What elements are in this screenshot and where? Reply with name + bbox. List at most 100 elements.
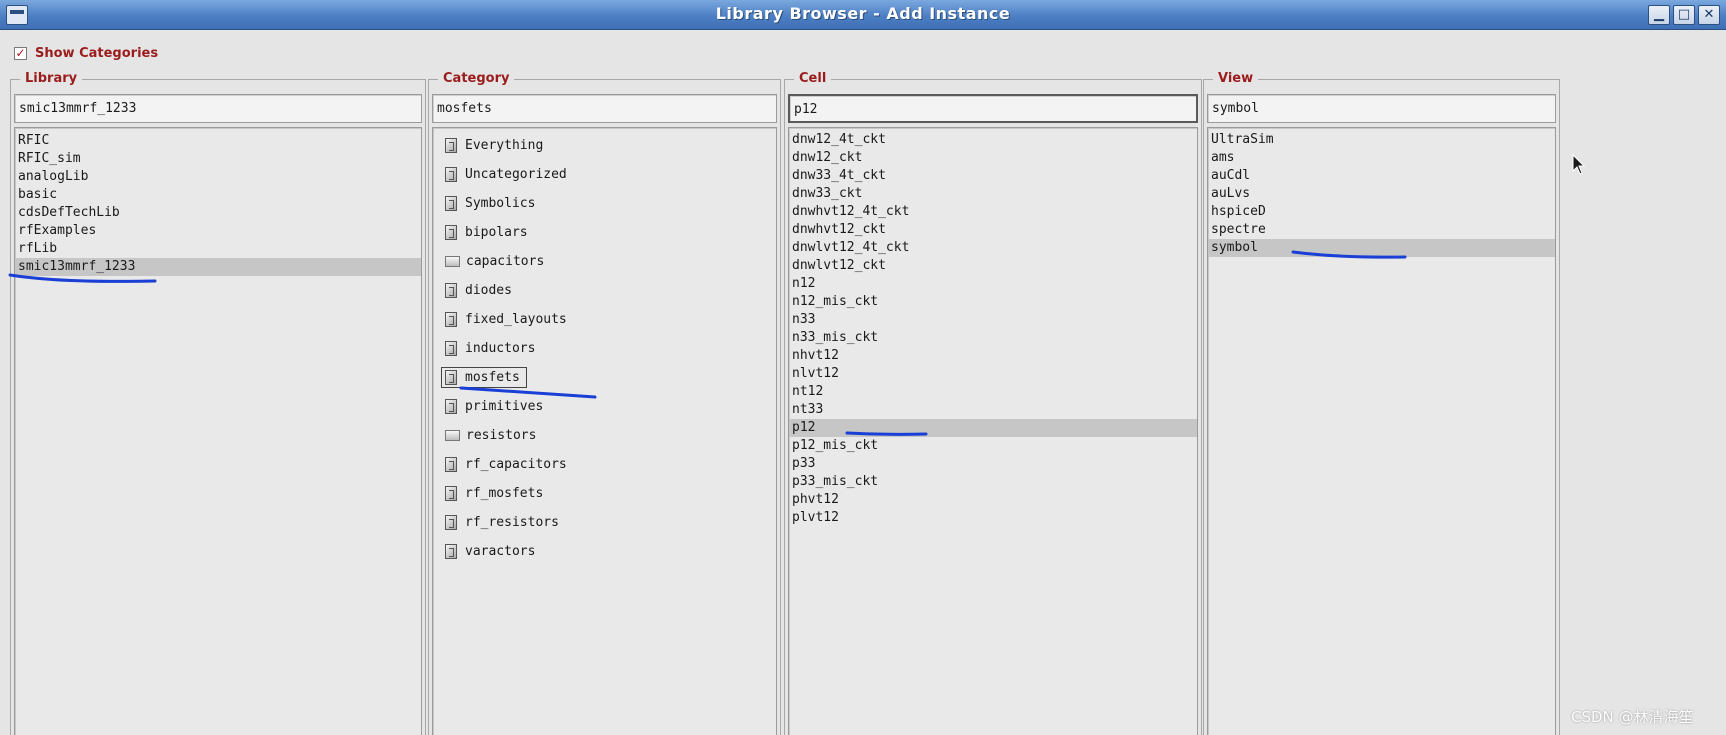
library-item[interactable]: smic13mmrf_1233 [15, 258, 421, 276]
category-item-label: primitives [465, 399, 544, 414]
show-categories-checkbox[interactable]: ✓ [14, 46, 27, 60]
category-item[interactable]: fixed_layouts [433, 305, 776, 334]
category-item-label: mosfets [465, 370, 520, 385]
category-item-label: rf_resistors [465, 515, 559, 530]
cell-item[interactable]: dnwhvt12_4t_ckt [789, 203, 1197, 221]
category-item-label: rf_capacitors [465, 457, 567, 472]
title-bar[interactable]: Library Browser - Add Instance ▁ □ ✕ [0, 0, 1726, 30]
view-item[interactable]: spectre [1208, 221, 1555, 239]
view-item[interactable]: ams [1208, 149, 1555, 167]
folder-icon [445, 256, 460, 267]
category-item-label: varactors [465, 544, 536, 559]
view-label: View [1213, 71, 1259, 87]
library-item[interactable]: RFIC [15, 132, 421, 150]
view-item[interactable]: auCdl [1208, 167, 1555, 185]
cell-item[interactable]: n33_mis_ckt [789, 329, 1197, 347]
cell-item[interactable]: n12_mis_ckt [789, 293, 1197, 311]
view-list[interactable]: UltraSim ams auCdl auLvs hspiceD spectre symbo… [1207, 127, 1556, 735]
library-item[interactable]: rfExamples [15, 222, 421, 240]
library-item[interactable]: cdsDefTechLib [15, 204, 421, 222]
category-item-label: bipolars [465, 225, 528, 240]
category-item[interactable]: resistors [433, 421, 776, 450]
mouse-cursor-icon [1572, 154, 1586, 175]
library-item[interactable]: analogLib [15, 168, 421, 186]
category-item[interactable]: rf_capacitors [433, 450, 776, 479]
view-item[interactable]: symbol [1208, 239, 1555, 257]
cell-item[interactable]: dnwlvt12_4t_ckt [789, 239, 1197, 257]
show-categories-label: Show Categories [35, 45, 159, 61]
cell-item[interactable]: n12 [789, 275, 1197, 293]
library-item[interactable]: rfLib [15, 240, 421, 258]
category-item-label: Symbolics [465, 196, 536, 211]
category-item-content: varactors [441, 541, 542, 562]
cell-item[interactable]: dnw33_4t_ckt [789, 167, 1197, 185]
cell-item[interactable]: n33 [789, 311, 1197, 329]
category-item-label: fixed_layouts [465, 312, 567, 327]
watermark: CSDN @林清海笙 [1571, 708, 1694, 726]
cell-item[interactable]: p12_mis_ckt [789, 437, 1197, 455]
category-item[interactable]: primitives [433, 392, 776, 421]
cell-item[interactable]: plvt12 [789, 509, 1197, 527]
cell-item[interactable]: dnw12_4t_ckt [789, 131, 1197, 149]
category-item[interactable]: mosfets [433, 363, 776, 392]
category-doc-icon [445, 544, 457, 559]
cell-list[interactable]: dnw12_4t_ckt dnw12_ckt dnw33_4t_ckt dnw33_c… [788, 127, 1198, 735]
category-item-label: Everything [465, 138, 544, 153]
maximize-button[interactable]: □ [1673, 5, 1695, 25]
close-button[interactable]: ✕ [1698, 5, 1720, 25]
category-item[interactable]: diodes [433, 276, 776, 305]
cell-item[interactable]: p12 [789, 419, 1197, 437]
category-item[interactable]: rf_resistors [433, 508, 776, 537]
minimize-button[interactable]: ▁ [1648, 5, 1670, 25]
view-panel: View symbol UltraSim ams auCdl auLvs hspiceD… [1203, 71, 1560, 735]
category-item-label: rf_mosfets [465, 486, 544, 501]
cell-item[interactable]: nhvt12 [789, 347, 1197, 365]
category-item[interactable]: rf_mosfets [433, 479, 776, 508]
category-item-label: capacitors [466, 254, 545, 269]
library-item[interactable]: RFIC_sim [15, 150, 421, 168]
view-input[interactable]: symbol [1207, 94, 1556, 123]
cell-item[interactable]: dnw33_ckt [789, 185, 1197, 203]
cell-item[interactable]: dnwhvt12_ckt [789, 221, 1197, 239]
category-input[interactable]: mosfets [432, 94, 777, 123]
category-list[interactable]: Everything Uncategorized Symbolics bipolars… [432, 127, 777, 735]
cell-item[interactable]: p33_mis_ckt [789, 473, 1197, 491]
category-panel: Category mosfets Everything Uncategorized… [428, 71, 781, 735]
category-item-label: diodes [465, 283, 512, 298]
library-input[interactable]: smic13mmrf_1233 [14, 94, 422, 123]
category-item-content: inductors [441, 338, 542, 359]
cell-item[interactable]: nlvt12 [789, 365, 1197, 383]
cell-input[interactable]: p12 [788, 94, 1198, 123]
category-item[interactable]: varactors [433, 537, 776, 566]
cell-item[interactable]: nt33 [789, 401, 1197, 419]
folder-icon [445, 430, 460, 441]
category-doc-icon [445, 312, 457, 327]
library-label: Library [20, 71, 83, 87]
cell-item[interactable]: dnwlvt12_ckt [789, 257, 1197, 275]
category-item[interactable]: bipolars [433, 218, 776, 247]
category-item[interactable]: Symbolics [433, 189, 776, 218]
view-item[interactable]: hspiceD [1208, 203, 1555, 221]
category-item-content: Everything [441, 135, 550, 156]
window-title: Library Browser - Add Instance [715, 4, 1011, 23]
category-item-content: fixed_layouts [441, 309, 574, 330]
view-item[interactable]: auLvs [1208, 185, 1555, 203]
category-item-content: bipolars [441, 222, 535, 243]
cell-item[interactable]: nt12 [789, 383, 1197, 401]
view-item[interactable]: UltraSim [1208, 131, 1555, 149]
category-item[interactable]: capacitors [433, 247, 776, 276]
library-item[interactable]: basic [15, 186, 421, 204]
category-item[interactable]: inductors [433, 334, 776, 363]
category-item-content: resistors [441, 425, 543, 446]
library-list[interactable]: RFIC RFIC_sim analogLib basic cdsDefTechLib r… [14, 127, 422, 735]
cell-item[interactable]: phvt12 [789, 491, 1197, 509]
category-item-content: Symbolics [441, 193, 542, 214]
show-categories-toggle[interactable]: ✓ Show Categories [14, 44, 158, 62]
cell-item[interactable]: p33 [789, 455, 1197, 473]
category-item[interactable]: Uncategorized [433, 160, 776, 189]
category-label: Category [438, 71, 515, 87]
cell-item[interactable]: dnw12_ckt [789, 149, 1197, 167]
cell-label: Cell [794, 71, 832, 87]
category-item-content: rf_capacitors [441, 454, 574, 475]
category-item[interactable]: Everything [433, 131, 776, 160]
